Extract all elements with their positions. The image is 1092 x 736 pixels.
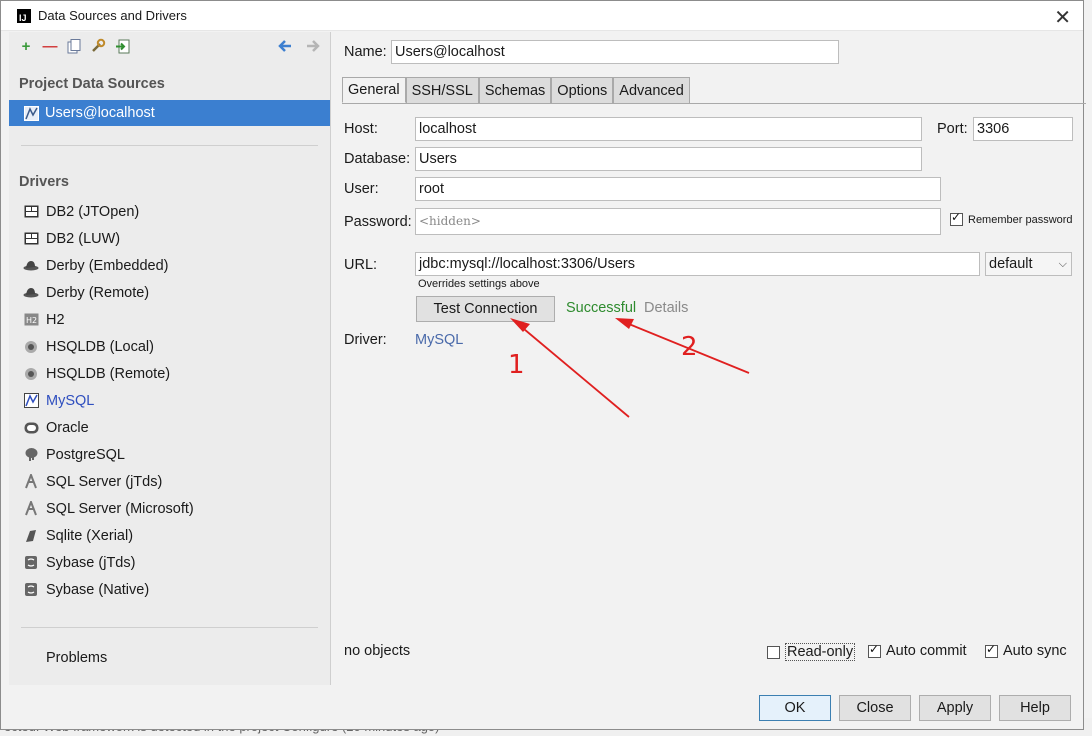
driver-item-label: DB2 (LUW) — [46, 230, 121, 247]
remove-icon[interactable]: — — [41, 37, 59, 55]
driver-item-label: MySQL — [46, 392, 95, 409]
driver-item[interactable]: HSQLDB (Remote) — [9, 360, 330, 387]
driver-item[interactable]: DB2 (JTOpen) — [9, 198, 330, 225]
sqlite-icon — [23, 528, 39, 544]
help-button[interactable]: Help — [999, 695, 1071, 721]
data-source-users-localhost[interactable]: Users@localhost — [9, 100, 330, 126]
back-arrow-icon[interactable] — [276, 37, 294, 55]
driver-item-label: DB2 (JTOpen) — [46, 203, 140, 220]
ok-button[interactable]: OK — [759, 695, 831, 721]
derby-icon — [23, 285, 39, 301]
driver-item-label: HSQLDB (Local) — [46, 338, 154, 355]
postgresql-icon — [23, 447, 39, 463]
driver-item[interactable]: Sybase (Native) — [9, 576, 330, 603]
svg-text:H2: H2 — [26, 316, 37, 325]
mysql-icon — [23, 105, 39, 121]
mysql-icon — [23, 393, 39, 409]
driver-item-label: Derby (Embedded) — [46, 257, 169, 274]
auto-commit-checkbox[interactable]: Auto commit — [868, 642, 967, 659]
divider — [21, 627, 318, 628]
data-source-label: Users@localhost — [45, 105, 155, 121]
objects-status: no objects — [344, 643, 411, 659]
driver-item-label: Sybase (jTds) — [46, 554, 136, 571]
driver-item-label: Oracle — [46, 419, 89, 436]
problems-item[interactable]: Problems — [46, 650, 107, 666]
driver-item-label: SQL Server (jTds) — [46, 473, 163, 490]
import-icon[interactable] — [113, 37, 131, 55]
checkbox-unchecked-icon — [767, 645, 780, 659]
h2-icon: H2 — [23, 312, 39, 328]
auto-sync-checkbox[interactable]: Auto sync — [985, 642, 1067, 659]
driver-item-label: HSQLDB (Remote) — [46, 365, 171, 382]
title-bar: IJ Data Sources and Drivers ✕ — [1, 1, 1083, 31]
forward-arrow-icon[interactable] — [304, 37, 322, 55]
annotation-number-1: 1 — [508, 350, 525, 380]
intellij-app-icon: IJ — [17, 8, 31, 23]
annotation-arrow-1 — [510, 318, 630, 418]
driver-item[interactable]: Derby (Embedded) — [9, 252, 330, 279]
driver-item[interactable]: SQL Server (Microsoft) — [9, 495, 330, 522]
derby-icon — [23, 258, 39, 274]
checkbox-checked-icon — [985, 642, 998, 658]
hsqldb-icon — [23, 366, 39, 382]
driver-settings-icon[interactable] — [89, 37, 107, 55]
db2-icon — [23, 204, 39, 220]
driver-item-label: H2 — [46, 311, 65, 328]
driver-item[interactable]: H2 H2 — [9, 306, 330, 333]
driver-item[interactable]: Oracle — [9, 414, 330, 441]
driver-item[interactable]: Sybase (jTds) — [9, 549, 330, 576]
apply-button[interactable]: Apply — [919, 695, 991, 721]
driver-item[interactable]: MySQL — [9, 387, 330, 414]
auto-sync-label: Auto sync — [1003, 643, 1067, 659]
driver-item[interactable]: PostgreSQL — [9, 441, 330, 468]
close-button-label: Close — [856, 700, 894, 716]
close-button[interactable]: Close — [839, 695, 911, 721]
db2-icon — [23, 231, 39, 247]
read-only-checkbox[interactable]: Read-only — [767, 643, 856, 661]
driver-item-label: PostgreSQL — [46, 446, 125, 463]
apply-button-label: Apply — [936, 700, 974, 716]
driver-item-label: Sybase (Native) — [46, 581, 150, 598]
checkbox-checked-icon — [868, 642, 881, 658]
sqlserver-icon — [23, 501, 39, 517]
driver-item-label: Sqlite (Xerial) — [46, 527, 134, 544]
hsqldb-icon — [23, 339, 39, 355]
sqlserver-icon — [23, 474, 39, 490]
data-sources-dialog: IJ Data Sources and Drivers ✕ + — Projec… — [0, 0, 1086, 730]
driver-item-label: SQL Server (Microsoft) — [46, 500, 194, 517]
left-panel: + — Project Data Sources Users@localhost… — [9, 32, 331, 685]
oracle-icon — [23, 420, 39, 436]
driver-item-label: Derby (Remote) — [46, 284, 150, 301]
read-only-label: Read-only — [785, 643, 856, 661]
driver-item[interactable]: Sqlite (Xerial) — [9, 522, 330, 549]
window-title: Data Sources and Drivers — [38, 8, 187, 23]
driver-item[interactable]: Derby (Remote) — [9, 279, 330, 306]
driver-list: DB2 (JTOpen) DB2 (LUW) Derby (Embedded) Der… — [9, 198, 330, 603]
annotation-number-2: 2 — [681, 332, 698, 362]
add-icon[interactable]: + — [17, 37, 35, 55]
copy-icon[interactable] — [65, 37, 83, 55]
annotation-arrows — [510, 318, 750, 418]
left-toolbar: + — — [9, 32, 330, 60]
sybase-icon — [23, 555, 39, 571]
auto-commit-label: Auto commit — [886, 643, 967, 659]
driver-item[interactable]: DB2 (LUW) — [9, 225, 330, 252]
close-icon[interactable]: ✕ — [1054, 5, 1071, 29]
right-panel: Name: Users@localhost General SSH/SSL Sc… — [332, 32, 1086, 685]
driver-item[interactable]: SQL Server (jTds) — [9, 468, 330, 495]
driver-item[interactable]: HSQLDB (Local) — [9, 333, 330, 360]
project-data-sources-header: Project Data Sources — [19, 76, 165, 92]
sybase-icon — [23, 582, 39, 598]
drivers-header: Drivers — [19, 174, 69, 190]
background-window-right — [1084, 0, 1092, 736]
